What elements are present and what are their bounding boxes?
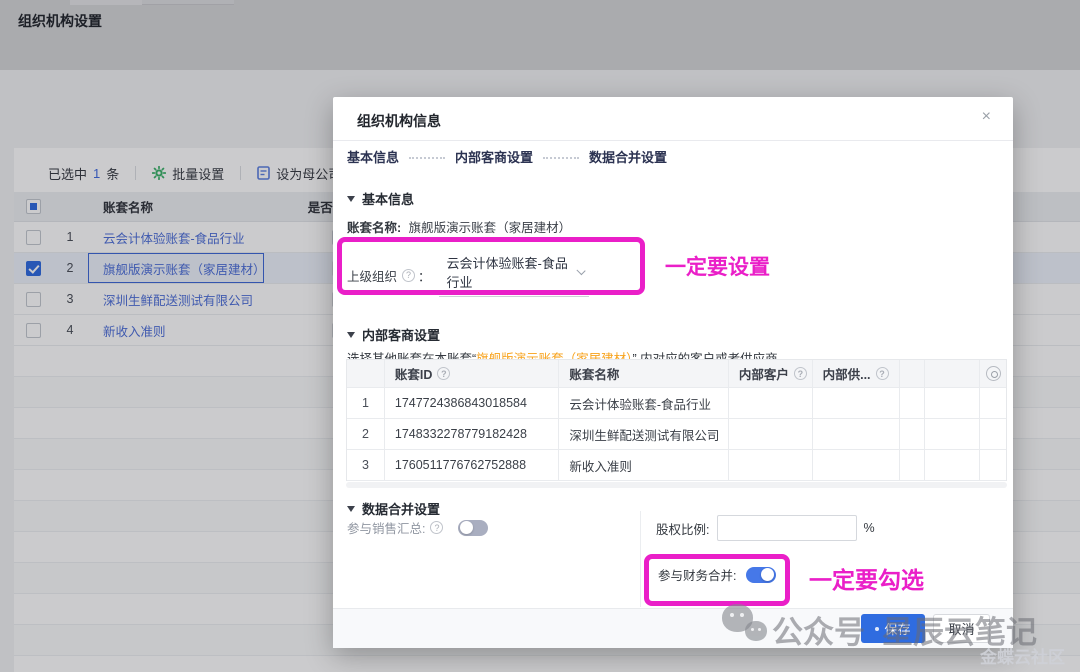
account-name-line: 账套名称: 旗舰版演示账套（家居建材） bbox=[347, 217, 571, 236]
partners-table: 账套ID 账套名称 内部客户 内部供... 1 1747724386843018… bbox=[346, 359, 1007, 481]
partners-row[interactable]: 1 1747724386843018584 云会计体验账套-食品行业 bbox=[347, 388, 1006, 419]
section-basic-header[interactable]: 基本信息 bbox=[347, 189, 414, 208]
finance-merge-toggle[interactable] bbox=[746, 567, 776, 583]
partners-row[interactable]: 3 1760511776762752888 新收入准则 bbox=[347, 450, 1006, 481]
equity-ratio-unit: % bbox=[863, 521, 874, 535]
step-nav: 基本信息 内部客商设置 数据合并设置 bbox=[347, 147, 667, 166]
column-settings-icon[interactable] bbox=[986, 366, 1001, 381]
parent-org-select[interactable]: 云会计体验账套-食品行业 bbox=[439, 253, 589, 297]
collapse-icon bbox=[347, 506, 355, 512]
parent-org-label: 上级组织 bbox=[347, 266, 397, 285]
annotation-check-finance: 一定要勾选 bbox=[809, 561, 924, 595]
equity-ratio-label: 股权比例: bbox=[656, 519, 709, 538]
section-partners-header[interactable]: 内部客商设置 bbox=[347, 325, 440, 344]
internal-customer-cell[interactable] bbox=[728, 419, 812, 449]
help-icon[interactable] bbox=[430, 521, 443, 534]
internal-customer-cell[interactable] bbox=[728, 388, 812, 418]
dialog-title: 组织机构信息 bbox=[357, 111, 441, 131]
account-name-label: 账套名称: bbox=[347, 221, 401, 235]
annotation-set-parent: 一定要设置 bbox=[665, 251, 770, 281]
partners-header-row: 账套ID 账套名称 内部客户 内部供... bbox=[347, 360, 1006, 388]
section-merge-header[interactable]: 数据合并设置 bbox=[347, 499, 440, 518]
internal-customer-cell[interactable] bbox=[728, 450, 812, 480]
dialog-header: 组织机构信息 × bbox=[333, 97, 1013, 141]
sales-summary-row: 参与销售汇总: bbox=[347, 518, 488, 537]
org-info-dialog: 组织机构信息 × 基本信息 内部客商设置 数据合并设置 基本信息 账套名称: 旗… bbox=[333, 97, 1013, 648]
finance-merge-label: 参与财务合并: bbox=[658, 565, 736, 584]
step-separator bbox=[409, 157, 445, 159]
save-button[interactable]: 保存 bbox=[861, 614, 925, 643]
step-basic[interactable]: 基本信息 bbox=[347, 147, 399, 166]
sales-summary-label: 参与销售汇总: bbox=[347, 518, 425, 537]
help-icon[interactable] bbox=[402, 269, 415, 282]
close-icon[interactable]: × bbox=[982, 109, 991, 125]
dialog-footer: 保存 取消 bbox=[333, 608, 1013, 648]
partners-row[interactable]: 2 1748332278779182428 深圳生鲜配送测试有限公司 bbox=[347, 419, 1006, 450]
equity-ratio-row: 股权比例: % bbox=[656, 515, 875, 541]
help-icon[interactable] bbox=[794, 367, 807, 380]
equity-ratio-input[interactable] bbox=[717, 515, 857, 541]
collapse-icon bbox=[347, 332, 355, 338]
internal-supplier-cell[interactable] bbox=[812, 419, 900, 449]
parent-org-value: 云会计体验账套-食品行业 bbox=[447, 253, 579, 291]
help-icon[interactable] bbox=[876, 367, 889, 380]
step-separator bbox=[543, 157, 579, 159]
screen: 组织机构设置 已选中 1 条 批量设置 设为母公司 bbox=[0, 0, 1080, 672]
help-icon[interactable] bbox=[437, 367, 450, 380]
horizontal-scrollbar[interactable] bbox=[346, 482, 1007, 488]
form-divider bbox=[640, 511, 641, 607]
collapse-icon bbox=[347, 196, 355, 202]
account-name-value: 旗舰版演示账套（家居建材） bbox=[409, 221, 572, 235]
sales-summary-toggle[interactable] bbox=[458, 520, 488, 536]
step-merge[interactable]: 数据合并设置 bbox=[589, 147, 667, 166]
step-partners[interactable]: 内部客商设置 bbox=[455, 147, 533, 166]
cancel-button[interactable]: 取消 bbox=[933, 614, 990, 643]
internal-supplier-cell[interactable] bbox=[812, 388, 900, 418]
internal-supplier-cell[interactable] bbox=[812, 450, 900, 480]
finance-merge-row: 参与财务合并: bbox=[658, 565, 776, 584]
save-button-dot bbox=[875, 627, 879, 631]
parent-org-row: 上级组织 ： 云会计体验账套-食品行业 bbox=[347, 253, 589, 297]
